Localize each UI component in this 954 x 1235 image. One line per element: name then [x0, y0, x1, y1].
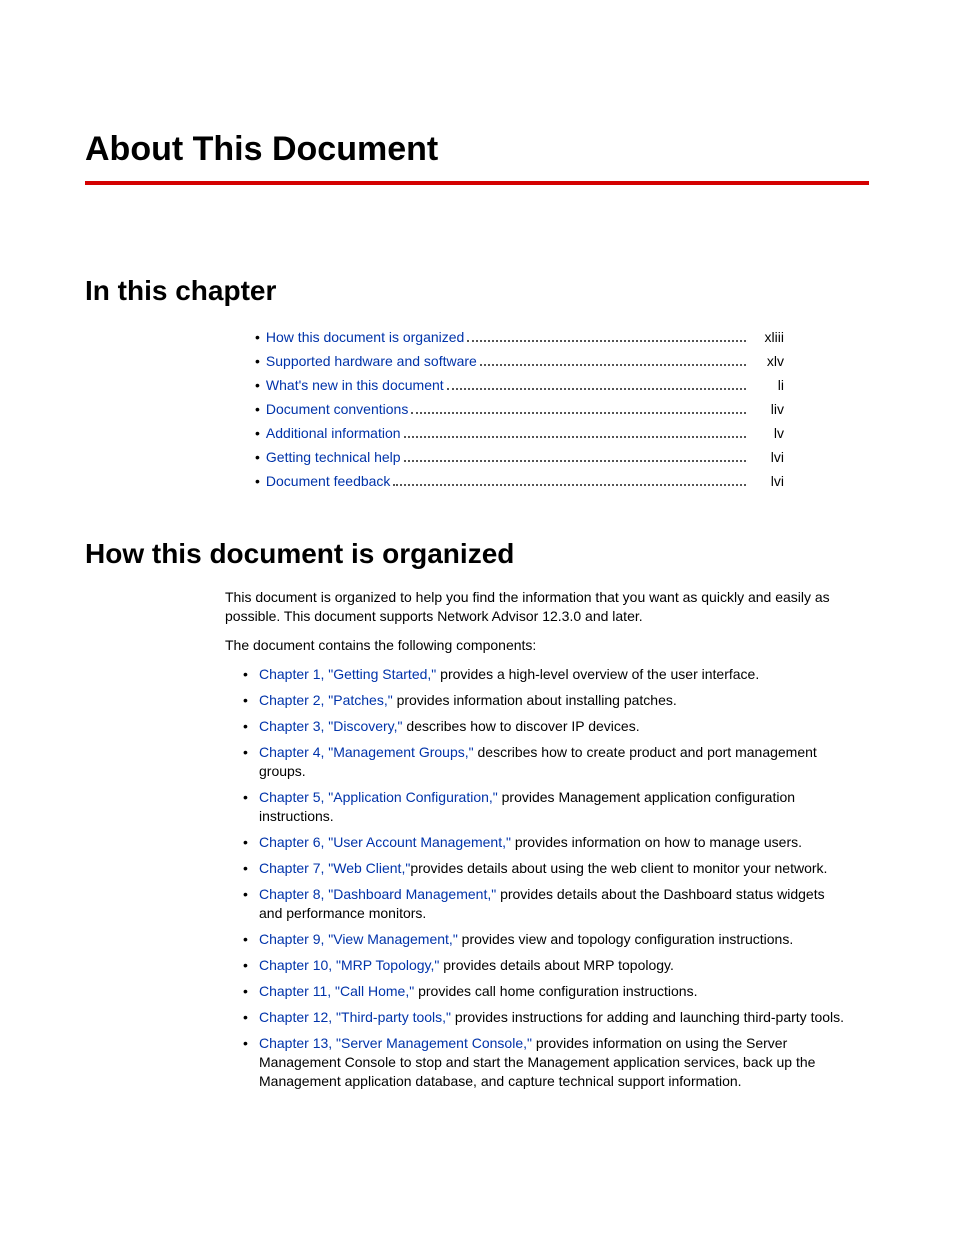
chapter-description: provides call home configuration instruc… [414, 983, 697, 999]
chapter-link[interactable]: Chapter 1, "Getting Started," [259, 666, 436, 682]
chapter-list-item: Chapter 13, "Server Management Console,"… [243, 1034, 849, 1091]
chapter-list-item: Chapter 4, "Management Groups," describe… [243, 743, 849, 781]
chapter-link[interactable]: Chapter 7, "Web Client," [259, 860, 410, 876]
chapter-description: provides information on how to manage us… [511, 834, 802, 850]
chapter-list-item: Chapter 12, "Third-party tools," provide… [243, 1008, 849, 1027]
chapter-description: provides details about using the web cli… [410, 860, 827, 876]
toc-link[interactable]: Getting technical help [266, 445, 401, 469]
toc-row: •What's new in this document li [255, 373, 784, 397]
section-heading-how-organized: How this document is organized [85, 538, 869, 570]
toc-leader-dots [393, 484, 746, 486]
toc-link[interactable]: Document conventions [266, 397, 408, 421]
toc-leader-dots [404, 460, 746, 462]
chapter-list-item: Chapter 11, "Call Home," provides call h… [243, 982, 849, 1001]
chapter-description: provides instructions for adding and lau… [451, 1009, 844, 1025]
chapter-list-item: Chapter 1, "Getting Started," provides a… [243, 665, 849, 684]
document-page: About This Document In this chapter •How… [0, 0, 954, 1235]
toc-link[interactable]: How this document is organized [266, 325, 464, 349]
bullet-icon: • [255, 349, 266, 373]
chapter-link[interactable]: Chapter 9, "View Management," [259, 931, 458, 947]
toc-leader-dots [447, 388, 746, 390]
chapter-link[interactable]: Chapter 12, "Third-party tools," [259, 1009, 451, 1025]
chapter-link[interactable]: Chapter 4, "Management Groups," [259, 744, 474, 760]
bullet-icon: • [255, 445, 266, 469]
bullet-icon: • [255, 397, 266, 421]
toc-page-number: lv [752, 421, 784, 445]
chapter-description: provides details about MRP topology. [439, 957, 674, 973]
bullet-icon: • [255, 373, 266, 397]
chapter-description: provides information about installing pa… [393, 692, 677, 708]
toc-leader-dots [411, 412, 746, 414]
toc-row: •How this document is organized xliii [255, 325, 784, 349]
chapter-list-item: Chapter 3, "Discovery," describes how to… [243, 717, 849, 736]
toc-leader-dots [480, 364, 746, 366]
toc-row: •Additional information lv [255, 421, 784, 445]
toc-row: •Getting technical help lvi [255, 445, 784, 469]
chapter-link[interactable]: Chapter 10, "MRP Topology," [259, 957, 439, 973]
toc-leader-dots [404, 436, 746, 438]
title-rule [85, 181, 869, 185]
chapter-description: provides a high-level overview of the us… [436, 666, 759, 682]
body-block: This document is organized to help you f… [225, 588, 849, 1091]
toc-page-number: liv [752, 397, 784, 421]
chapter-link[interactable]: Chapter 6, "User Account Management," [259, 834, 511, 850]
body-paragraph: This document is organized to help you f… [225, 588, 849, 626]
body-paragraph: The document contains the following comp… [225, 636, 849, 655]
chapter-description: provides view and topology configuration… [458, 931, 793, 947]
toc-link[interactable]: Document feedback [266, 469, 391, 493]
bullet-icon: • [255, 325, 266, 349]
toc-page-number: xlv [752, 349, 784, 373]
section-heading-in-this-chapter: In this chapter [85, 275, 869, 307]
chapter-list-item: Chapter 9, "View Management," provides v… [243, 930, 849, 949]
chapter-link[interactable]: Chapter 11, "Call Home," [259, 983, 414, 999]
toc-link[interactable]: Additional information [266, 421, 401, 445]
chapter-link[interactable]: Chapter 3, "Discovery," [259, 718, 403, 734]
page-title: About This Document [85, 130, 869, 169]
toc-link[interactable]: What's new in this document [266, 373, 444, 397]
chapter-list-item: Chapter 6, "User Account Management," pr… [243, 833, 849, 852]
toc-row: •Document feedback lvi [255, 469, 784, 493]
chapter-list-item: Chapter 10, "MRP Topology," provides det… [243, 956, 849, 975]
bullet-icon: • [255, 421, 266, 445]
toc-row: •Document conventions liv [255, 397, 784, 421]
chapter-description: describes how to discover IP devices. [403, 718, 640, 734]
toc: •How this document is organizedxliii•Sup… [255, 325, 784, 493]
chapter-link[interactable]: Chapter 2, "Patches," [259, 692, 393, 708]
chapter-list-item: Chapter 8, "Dashboard Management," provi… [243, 885, 849, 923]
toc-leader-dots [467, 340, 746, 342]
chapter-link[interactable]: Chapter 8, "Dashboard Management," [259, 886, 496, 902]
chapter-list-item: Chapter 5, "Application Configuration," … [243, 788, 849, 826]
chapter-list-item: Chapter 2, "Patches," provides informati… [243, 691, 849, 710]
toc-link[interactable]: Supported hardware and software [266, 349, 477, 373]
chapter-list: Chapter 1, "Getting Started," provides a… [243, 665, 849, 1091]
toc-page-number: lvi [752, 469, 784, 493]
toc-page-number: li [752, 373, 784, 397]
toc-page-number: lvi [752, 445, 784, 469]
toc-page-number: xliii [752, 325, 784, 349]
bullet-icon: • [255, 469, 266, 493]
chapter-link[interactable]: Chapter 5, "Application Configuration," [259, 789, 498, 805]
chapter-list-item: Chapter 7, "Web Client,"provides details… [243, 859, 849, 878]
chapter-link[interactable]: Chapter 13, "Server Management Console," [259, 1035, 532, 1051]
toc-row: •Supported hardware and software xlv [255, 349, 784, 373]
